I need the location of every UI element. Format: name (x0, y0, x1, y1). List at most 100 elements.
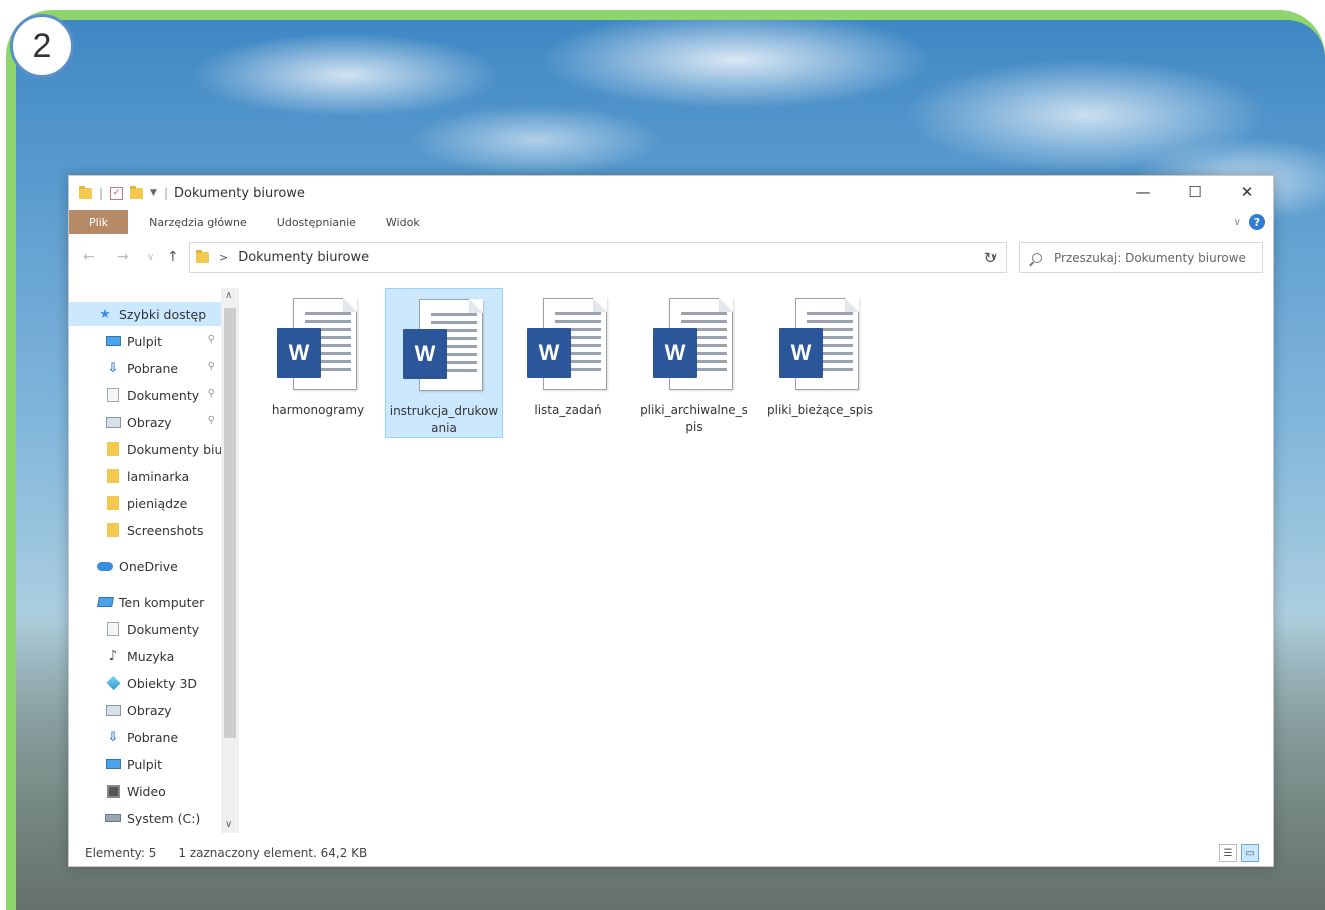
music-icon: ♪ (105, 648, 121, 664)
sidebar-item-label: Dokumenty (127, 621, 200, 637)
sidebar-item-label: laminarka (127, 468, 190, 484)
navigation-scrollbar[interactable]: ∧ ∨ (221, 288, 239, 833)
sidebar-item[interactable]: ♪ Muzyka (69, 644, 221, 668)
folder-icon (196, 250, 209, 263)
large-icons-view-icon[interactable]: ▭ (1241, 844, 1259, 862)
document-line (555, 312, 601, 315)
tab-view[interactable]: Widok (371, 210, 435, 234)
3d-objects-icon-shape (105, 675, 121, 691)
sidebar-item[interactable]: Ten komputer (69, 590, 221, 614)
minimize-button[interactable]: — (1117, 176, 1169, 208)
sidebar-item[interactable]: System (C:) (69, 806, 221, 830)
sidebar-item-label: Pulpit (127, 756, 163, 772)
ribbon-right-controls: ∨ ? (1234, 214, 1265, 230)
title-bar: | ✓ ▼ | Dokumenty biurowe — ☐ ✕ (69, 176, 1273, 210)
document-line (431, 313, 477, 316)
file-item[interactable]: Wharmonogramy (259, 288, 377, 438)
pin-icon[interactable]: ⚲ (208, 361, 215, 372)
sidebar-item[interactable]: laminarka (69, 464, 221, 488)
sidebar-item[interactable]: Wideo (69, 779, 221, 803)
up-arrow-icon[interactable]: ↑ (167, 249, 179, 265)
sidebar-item[interactable]: Obrazy (69, 698, 221, 722)
help-icon[interactable]: ? (1249, 214, 1265, 230)
forward-arrow-icon[interactable]: → (117, 249, 129, 265)
expand-ribbon-chevron-icon[interactable]: ∨ (1234, 217, 1241, 228)
navigation-pane: ★ Szybki dostęp Pulpit ⚲ ⇩ Pobrane ⚲ Dokumenty ⚲… (69, 288, 239, 833)
documents-icon (105, 388, 121, 402)
breadcrumb-chevron-icon[interactable]: > (219, 251, 228, 264)
sidebar-item[interactable]: Obiekty 3D (69, 671, 221, 695)
document-line (305, 312, 351, 315)
sidebar-item[interactable]: ⇩ Pobrane (69, 725, 221, 749)
separator: | (163, 186, 169, 200)
file-name: pliki_bieżące_spis (767, 403, 873, 417)
tab-file[interactable]: Plik (69, 210, 129, 234)
pin-icon[interactable]: ⚲ (208, 415, 215, 426)
cloud-icon (97, 559, 113, 573)
desktop-icon (105, 334, 121, 348)
word-document-icon: W (401, 297, 487, 393)
sidebar-item[interactable]: Dokumenty ⚲ (69, 383, 221, 407)
new-folder-icon[interactable] (130, 185, 144, 199)
search-input[interactable]: Przeszukaj: Dokumenty biurowe (1019, 242, 1263, 273)
pictures-icon-shape (105, 704, 121, 716)
desktop-icon-shape (105, 759, 121, 769)
file-item[interactable]: Wpliki_bieżące_spis (761, 288, 879, 438)
maximize-button[interactable]: ☐ (1169, 176, 1221, 208)
folder-icon (105, 523, 121, 537)
sidebar-item-label: OneDrive (119, 558, 178, 574)
scroll-up-chevron-icon[interactable]: ∧ (225, 290, 232, 301)
word-document-icon: W (525, 296, 611, 392)
file-name: harmonogramy (271, 403, 365, 417)
back-arrow-icon[interactable]: ← (83, 249, 95, 265)
tab-home[interactable]: Narzędzia główne (134, 210, 262, 234)
document-line (555, 320, 601, 323)
details-view-icon[interactable]: ☰ (1219, 844, 1237, 862)
sidebar-item[interactable]: Screenshots (69, 518, 221, 542)
refresh-icon[interactable]: ↻ (979, 247, 1001, 269)
pin-icon[interactable]: ⚲ (208, 334, 215, 345)
sidebar-item[interactable]: Dokumenty biurowe (69, 437, 221, 461)
address-bar[interactable]: > Dokumenty biurowe ∨ (189, 242, 1007, 273)
file-item[interactable]: Winstrukcja_drukowania (385, 288, 503, 438)
file-item[interactable]: Wpliki_archiwalne_spis (635, 288, 753, 438)
sidebar-item[interactable]: Dokumenty (69, 617, 221, 641)
folder-icon-shape (107, 442, 119, 456)
status-bar: Elementy: 5 1 zaznaczony element. 64,2 K… (69, 840, 1273, 866)
computer-icon (96, 595, 114, 609)
breadcrumb-current-folder[interactable]: Dokumenty biurowe (238, 250, 369, 265)
pictures-icon-shape (105, 416, 121, 428)
properties-icon[interactable]: ✓ (110, 186, 124, 200)
sidebar-item[interactable]: Pulpit ⚲ (69, 329, 221, 353)
star-icon-shape: ★ (99, 306, 111, 322)
sidebar-item[interactable]: ⇩ Pobrane ⚲ (69, 356, 221, 380)
documents-icon (105, 622, 121, 636)
sidebar-item-label: Screenshots (127, 522, 204, 538)
scroll-down-chevron-icon[interactable]: ∨ (225, 819, 232, 830)
tab-share[interactable]: Udostępnianie (262, 210, 371, 234)
folder-icon (105, 442, 121, 456)
sidebar-item[interactable]: Obrazy ⚲ (69, 410, 221, 434)
desktop-icon (105, 757, 121, 771)
customize-toolbar-chevron-icon[interactable]: ▼ (150, 188, 157, 198)
documents-icon-shape (107, 388, 119, 402)
documents-icon-shape (107, 622, 119, 636)
recent-locations-chevron-icon[interactable]: ∨ (147, 252, 154, 263)
download-icon-shape: ⇩ (107, 360, 119, 376)
pin-icon[interactable]: ⚲ (208, 388, 215, 399)
word-document-icon: W (777, 296, 863, 392)
sidebar-item[interactable]: Pulpit (69, 752, 221, 776)
sidebar-item[interactable]: pieniądze (69, 491, 221, 515)
sidebar-item[interactable]: ★ Szybki dostęp (69, 302, 221, 326)
step-number-badge: 2 (10, 14, 74, 78)
view-switcher: ☰ ▭ (1219, 844, 1259, 862)
download-icon: ⇩ (105, 730, 121, 745)
sidebar-item[interactable]: OneDrive (69, 554, 221, 578)
sidebar-item-label: Obiekty 3D (127, 675, 198, 691)
file-item[interactable]: Wlista_zadań (509, 288, 627, 438)
scrollbar-thumb[interactable] (224, 308, 236, 738)
document-line (681, 320, 727, 323)
close-button[interactable]: ✕ (1221, 176, 1273, 208)
address-row: ← → ∨ ↑ > Dokumenty biurowe ∨ ↻ Przeszuk… (69, 240, 1273, 276)
folder-icon (105, 469, 121, 483)
